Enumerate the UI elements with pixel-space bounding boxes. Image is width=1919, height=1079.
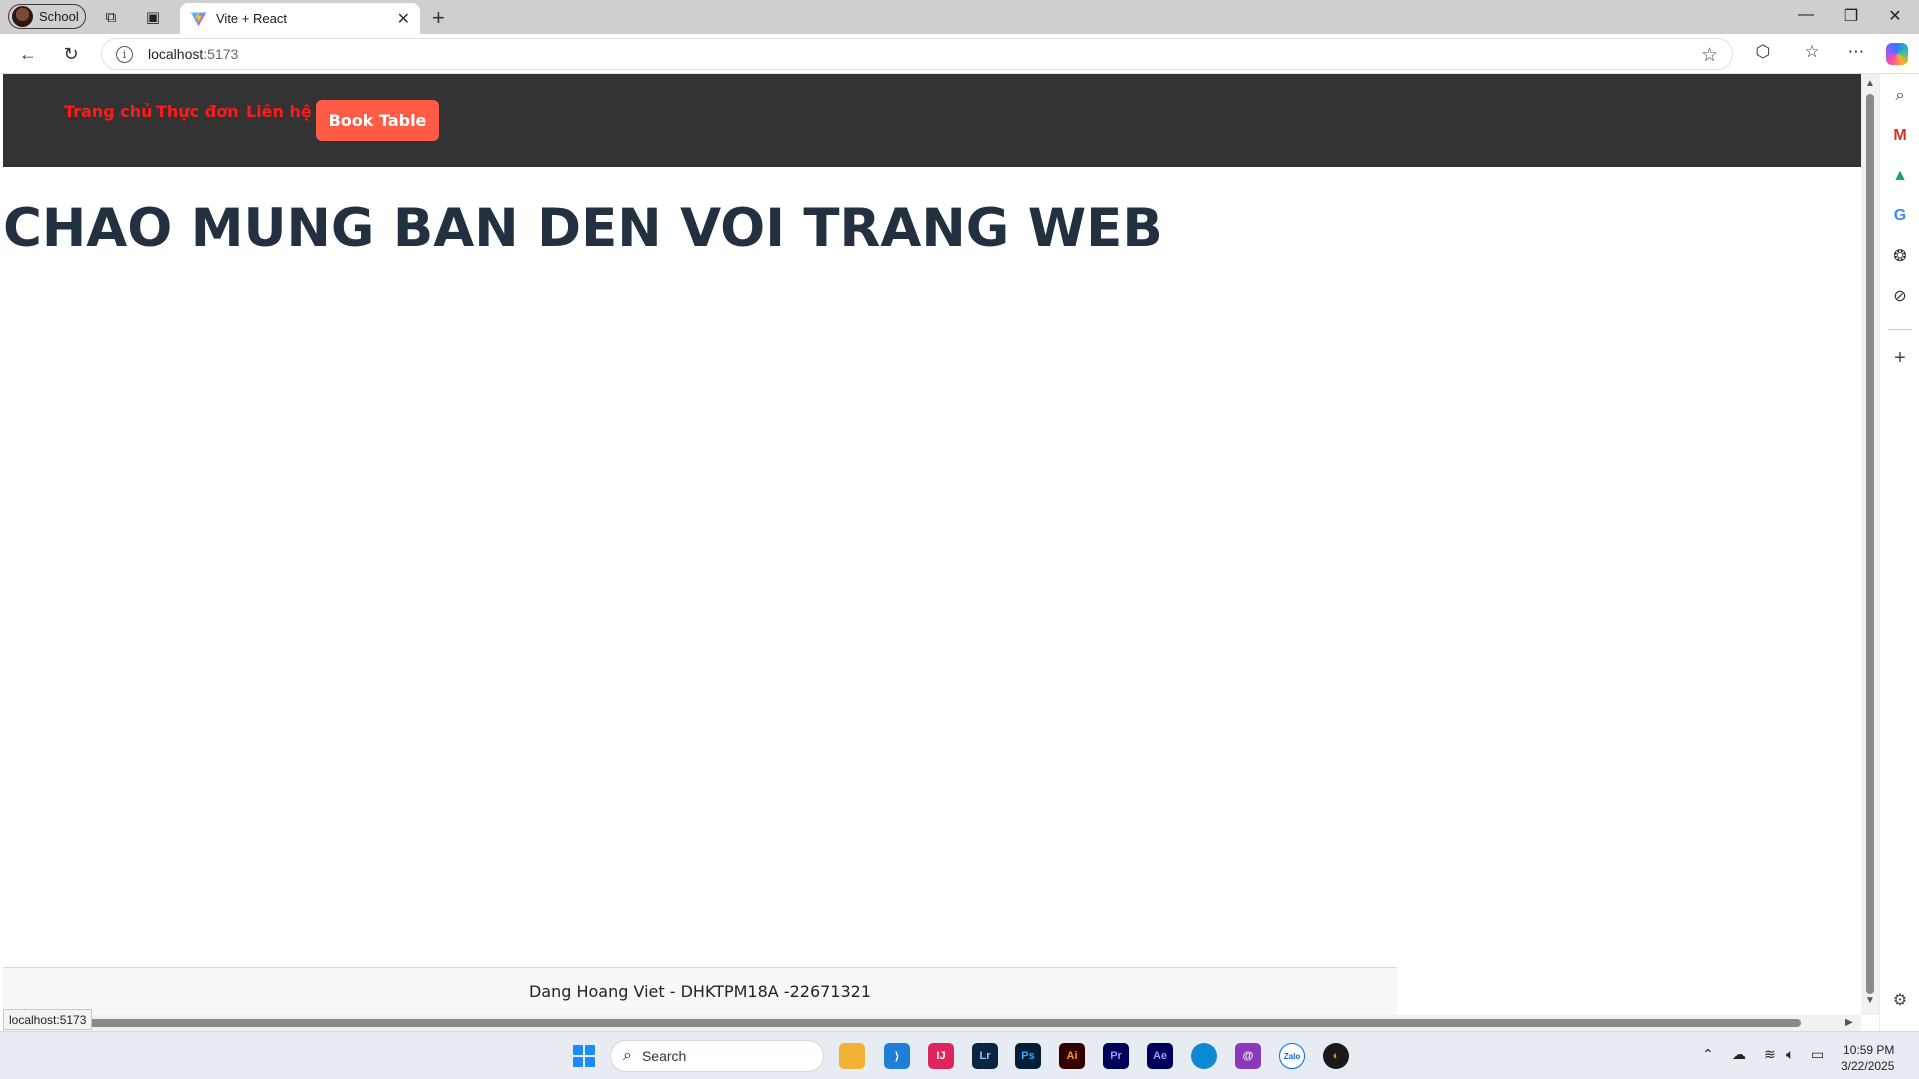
more-menu-icon[interactable]: ⋯	[1843, 42, 1869, 62]
page-viewport: Trang chủ Thực đơn Liên hệ Book Table CH…	[3, 74, 1861, 1015]
taskbar-search[interactable]: ⌕ Search	[610, 1040, 824, 1072]
vertical-scrollbar[interactable]: ▲ ▼	[1861, 74, 1879, 1015]
favorites-icon[interactable]: ☆	[1799, 42, 1825, 62]
url-host: localhost	[148, 46, 204, 62]
illustrator-icon[interactable]: Ai	[1059, 1043, 1085, 1069]
site-info-icon[interactable]: i	[116, 45, 133, 63]
vscode-icon[interactable]: ⟩	[884, 1043, 910, 1069]
profile-label: School	[39, 9, 79, 24]
translate-icon[interactable]: G	[1888, 204, 1912, 228]
search-icon[interactable]: ⌕	[1888, 84, 1912, 108]
vertical-scroll-thumb[interactable]	[1866, 94, 1874, 994]
game-icon[interactable]: ◐	[1323, 1043, 1349, 1069]
settings-gear-icon[interactable]: ⚙	[1888, 988, 1912, 1012]
chatgpt-icon[interactable]: ❂	[1888, 244, 1912, 268]
close-tab-icon[interactable]: ✕	[397, 9, 410, 29]
drive-icon[interactable]: ▲	[1888, 164, 1912, 188]
page-title: CHAO MUNG BAN DEN VOI TRANG WEB	[3, 198, 1163, 259]
zalo-icon[interactable]: Zalo	[1279, 1043, 1305, 1069]
battery-icon[interactable]: ▭	[1811, 1046, 1824, 1063]
tool-icon[interactable]: ⊘	[1888, 284, 1912, 308]
footer-text: Dang Hoang Viet - DHKTPM18A -22671321	[528, 982, 872, 1001]
after-effects-icon[interactable]: Ae	[1147, 1043, 1173, 1069]
tab-actions-icon[interactable]: ▣	[143, 7, 163, 27]
address-bar[interactable]: i localhost:5173 ☆	[101, 38, 1733, 70]
url-port: :5173	[203, 46, 239, 62]
close-window-icon[interactable]: ✕	[1880, 6, 1910, 26]
scroll-up-arrow-icon[interactable]: ▲	[1865, 78, 1875, 89]
intellij-icon[interactable]: IJ	[928, 1043, 954, 1069]
tab-title: Vite + React	[216, 11, 287, 26]
tray-chevron-icon[interactable]: ⌃	[1702, 1046, 1714, 1063]
taskbar-search-placeholder: Search	[641, 1048, 687, 1064]
vite-logo-icon	[190, 10, 207, 27]
refresh-icon[interactable]: ↻	[59, 42, 83, 66]
search-icon: ⌕	[623, 1047, 632, 1064]
copilot-icon[interactable]	[1886, 43, 1908, 65]
horizontal-scroll-thumb[interactable]	[89, 1019, 1801, 1027]
favorite-star-icon[interactable]: ☆	[1701, 44, 1718, 67]
restore-icon[interactable]: ❐	[1836, 6, 1866, 26]
status-bar-url: localhost:5173	[3, 1009, 93, 1030]
photoshop-icon[interactable]: Ps	[1015, 1043, 1041, 1069]
back-arrow-icon[interactable]: ←	[16, 42, 40, 66]
lightroom-icon[interactable]: Lr	[972, 1043, 998, 1069]
book-table-button[interactable]: Book Table	[316, 100, 439, 141]
scroll-down-arrow-icon[interactable]: ▼	[1865, 995, 1875, 1006]
nav-link-menu[interactable]: Thực đơn	[156, 102, 239, 121]
site-footer: Dang Hoang Viet - DHKTPM18A -22671321	[3, 967, 1397, 1015]
workspaces-icon[interactable]: ⧉	[101, 7, 121, 27]
site-navbar: Trang chủ Thực đơn Liên hệ Book Table	[3, 74, 1861, 167]
nav-link-home[interactable]: Trang chủ	[64, 102, 153, 121]
app-icon[interactable]: @	[1235, 1043, 1261, 1069]
premiere-icon[interactable]: Pr	[1103, 1043, 1129, 1069]
browser-title-bar: School ⧉ ▣ Vite + React ✕ + — ❐ ✕	[0, 0, 1919, 34]
clock-date: 3/22/2025	[1841, 1059, 1895, 1073]
browser-sidebar: ⌕ M ▲ G ❂ ⊘ + ⚙	[1879, 74, 1919, 1031]
edge-browser-icon[interactable]	[1191, 1043, 1217, 1069]
nav-link-contact[interactable]: Liên hệ	[246, 102, 312, 121]
sidebar-divider	[1888, 329, 1912, 330]
minimize-icon[interactable]: —	[1791, 6, 1821, 24]
onedrive-icon[interactable]: ☁	[1732, 1046, 1746, 1063]
new-tab-icon[interactable]: +	[432, 5, 445, 31]
gmail-icon[interactable]: M	[1888, 124, 1912, 148]
windows-start-icon[interactable]	[573, 1045, 595, 1067]
wifi-icon[interactable]: ≋	[1764, 1046, 1776, 1063]
browser-toolbar: ← ↻ i localhost:5173 ☆ ⬡ ☆ ⋯	[0, 34, 1919, 74]
scroll-right-arrow-icon[interactable]: ▶	[1845, 1017, 1853, 1028]
clock-time: 10:59 PM	[1843, 1043, 1895, 1057]
extensions-icon[interactable]: ⬡	[1750, 42, 1776, 62]
horizontal-scrollbar[interactable]: ▶	[3, 1015, 1861, 1031]
avatar	[12, 6, 33, 27]
browser-tab-active[interactable]: Vite + React ✕	[180, 3, 420, 34]
taskbar-clock[interactable]: 10:59 PM 3/22/2025	[1841, 1042, 1894, 1074]
profile-button[interactable]: School	[8, 4, 86, 29]
volume-icon[interactable]: 🔈︎	[1786, 1046, 1794, 1063]
add-icon[interactable]: +	[1888, 346, 1912, 370]
file-explorer-icon[interactable]	[839, 1043, 865, 1069]
windows-taskbar: ⌕ Search ⟩ IJ Lr Ps Ai Pr Ae @ Zalo ◐ ⌃ …	[0, 1031, 1919, 1079]
